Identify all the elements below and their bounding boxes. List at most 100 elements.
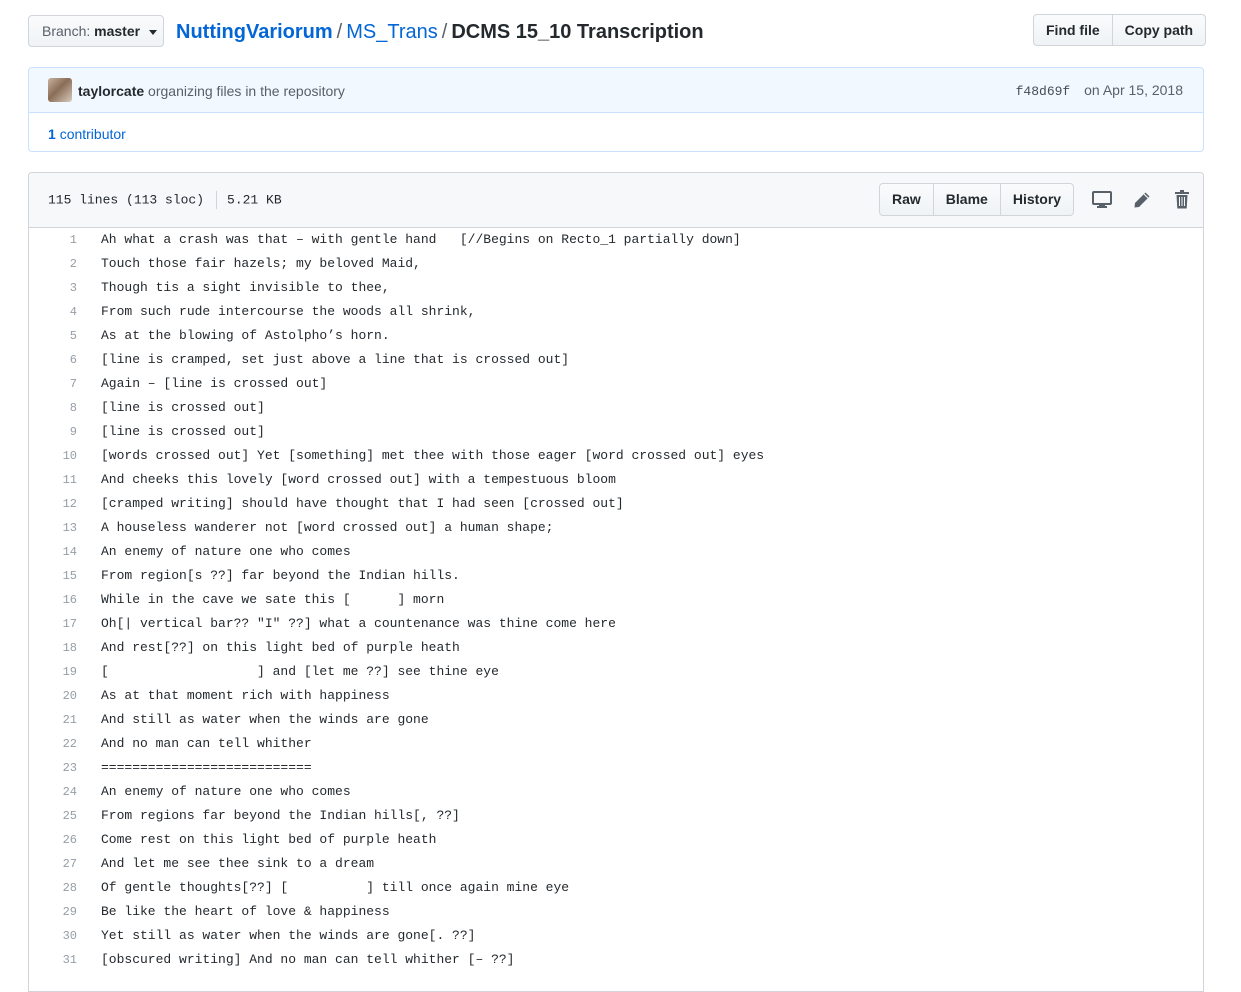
code-line: 26 Come rest on this light bed of purple … — [29, 828, 1203, 852]
caret-down-icon — [148, 29, 157, 35]
branch-prefix: Branch: — [42, 23, 91, 39]
line-content: Be like the heart of love & happiness — [101, 904, 390, 919]
commit-date: on Apr 15, 2018 — [1084, 82, 1183, 98]
commit-meta: f48d69f on Apr 15, 2018 — [1016, 81, 1183, 101]
history-button[interactable]: History — [1000, 183, 1075, 216]
line-number[interactable]: 10 — [29, 444, 79, 468]
file-nav-buttons: Find file Copy path — [1033, 14, 1207, 46]
trash-icon[interactable] — [1170, 188, 1194, 212]
line-number[interactable]: 31 — [29, 948, 79, 972]
line-number[interactable]: 6 — [29, 348, 79, 372]
line-content: [line is crossed out] — [101, 424, 265, 439]
line-number[interactable]: 1 — [29, 228, 79, 252]
code-line: 4 From such rude intercourse the woods al… — [29, 300, 1203, 324]
line-number[interactable]: 28 — [29, 876, 79, 900]
raw-button[interactable]: Raw — [879, 183, 934, 216]
breadcrumb: NuttingVariorum / MS_Trans / DCMS 15_10 Tran… — [176, 19, 704, 45]
line-number[interactable]: 4 — [29, 300, 79, 324]
line-number[interactable]: 21 — [29, 708, 79, 732]
code-line: 27 And let me see thee sink to a dream — [29, 852, 1203, 876]
file-box: 115 lines (113 sloc) 5.21 KB Raw Blame Hi… — [28, 172, 1204, 992]
line-number[interactable]: 14 — [29, 540, 79, 564]
line-content: From regions far beyond the Indian hills… — [101, 808, 460, 823]
line-content: And still as water when the winds are go… — [101, 712, 429, 727]
line-number[interactable]: 19 — [29, 660, 79, 684]
pencil-icon[interactable] — [1130, 188, 1154, 212]
file-header: 115 lines (113 sloc) 5.21 KB Raw Blame Hi… — [29, 173, 1203, 228]
breadcrumb-owner-link[interactable]: NuttingVariorum — [176, 21, 333, 43]
line-number[interactable]: 7 — [29, 372, 79, 396]
line-content: Of gentle thoughts[??] [ ] till once aga… — [101, 880, 570, 895]
line-number[interactable]: 29 — [29, 900, 79, 924]
line-number[interactable]: 16 — [29, 588, 79, 612]
code-line: 31 [obscured writing] And no man can tell… — [29, 948, 1203, 972]
code-line: 11 And cheeks this lovely [word crossed o… — [29, 468, 1203, 492]
line-content: While in the cave we sate this [ ] morn — [101, 592, 445, 607]
commit-box: taylorcate organizing files in the repos… — [28, 67, 1204, 152]
line-number[interactable]: 15 — [29, 564, 79, 588]
code-line: 17 Oh[| vertical bar?? "I" ??] what a cou… — [29, 612, 1203, 636]
code-line: 28 Of gentle thoughts[??] [ ] till once a… — [29, 876, 1203, 900]
line-content: Yet still as water when the winds are go… — [101, 928, 476, 943]
breadcrumb-folder-link[interactable]: MS_Trans — [346, 21, 438, 43]
line-number[interactable]: 3 — [29, 276, 79, 300]
copy-path-button[interactable]: Copy path — [1112, 14, 1207, 46]
code-line: 14 An enemy of nature one who comes — [29, 540, 1203, 564]
line-number[interactable]: 5 — [29, 324, 79, 348]
contributors-link[interactable]: 1 contributor — [48, 125, 126, 143]
code-line: 30 Yet still as water when the winds are … — [29, 924, 1203, 948]
line-number[interactable]: 23 — [29, 756, 79, 780]
commit-message[interactable]: organizing files in the repository — [148, 83, 345, 99]
line-content: An enemy of nature one who comes — [101, 544, 351, 559]
line-content: And no man can tell whither — [101, 736, 312, 751]
file-actions: Raw Blame History — [879, 183, 1194, 216]
code-line: 8 [line is crossed out] — [29, 396, 1203, 420]
breadcrumb-separator: / — [441, 21, 448, 43]
code-line: 1 Ah what a crash was that – with gentle … — [29, 228, 1203, 252]
line-number[interactable]: 13 — [29, 516, 79, 540]
line-number[interactable]: 30 — [29, 924, 79, 948]
file-lines-info: 115 lines (113 sloc) — [48, 192, 205, 208]
avatar[interactable] — [48, 78, 72, 102]
line-number[interactable]: 8 — [29, 396, 79, 420]
commit-sha-link[interactable]: f48d69f — [1016, 84, 1071, 99]
line-number[interactable]: 20 — [29, 684, 79, 708]
line-number[interactable]: 22 — [29, 732, 79, 756]
code-line: 6 [line is cramped, set just above a line… — [29, 348, 1203, 372]
line-number[interactable]: 18 — [29, 636, 79, 660]
line-content: An enemy of nature one who comes — [101, 784, 351, 799]
line-content: As at the blowing of Astolpho’s horn. — [101, 328, 390, 343]
code-line: 19 [ ] and [let me ??] see thine eye — [29, 660, 1203, 684]
line-number[interactable]: 25 — [29, 804, 79, 828]
line-content: Again – [line is crossed out] — [101, 376, 328, 391]
line-number[interactable]: 11 — [29, 468, 79, 492]
breadcrumb-file-name: DCMS 15_10 Transcription — [451, 21, 704, 43]
line-number[interactable]: 9 — [29, 420, 79, 444]
commit-author-link[interactable]: taylorcate — [78, 83, 144, 99]
desktop-icon[interactable] — [1090, 188, 1114, 212]
line-content: [obscured writing] And no man can tell w… — [101, 952, 515, 967]
line-number[interactable]: 27 — [29, 852, 79, 876]
code-line: 29 Be like the heart of love & happiness — [29, 900, 1203, 924]
code-line: 13 A houseless wanderer not [word crossed… — [29, 516, 1203, 540]
line-content: [ ] and [let me ??] see thine eye — [101, 664, 499, 679]
code-line: 7 Again – [line is crossed out] — [29, 372, 1203, 396]
line-content: [line is crossed out] — [101, 400, 265, 415]
line-number[interactable]: 24 — [29, 780, 79, 804]
code-line: 9 [line is crossed out] — [29, 420, 1203, 444]
line-content: Touch those fair hazels; my beloved Maid… — [101, 256, 421, 271]
breadcrumb-separator: / — [336, 21, 343, 43]
find-file-button[interactable]: Find file — [1033, 14, 1113, 46]
line-number[interactable]: 26 — [29, 828, 79, 852]
blame-button[interactable]: Blame — [933, 183, 1001, 216]
branch-select-button[interactable]: Branch: master — [28, 15, 164, 47]
line-content: Ah what a crash was that – with gentle h… — [101, 232, 741, 247]
code-line: 18 And rest[??] on this light bed of purp… — [29, 636, 1203, 660]
file-info-divider — [216, 191, 218, 209]
line-number[interactable]: 2 — [29, 252, 79, 276]
line-number[interactable]: 12 — [29, 492, 79, 516]
line-content: A houseless wanderer not [word crossed o… — [101, 520, 554, 535]
file-size: 5.21 KB — [227, 192, 282, 208]
line-number[interactable]: 17 — [29, 612, 79, 636]
branch-name: master — [94, 23, 141, 39]
